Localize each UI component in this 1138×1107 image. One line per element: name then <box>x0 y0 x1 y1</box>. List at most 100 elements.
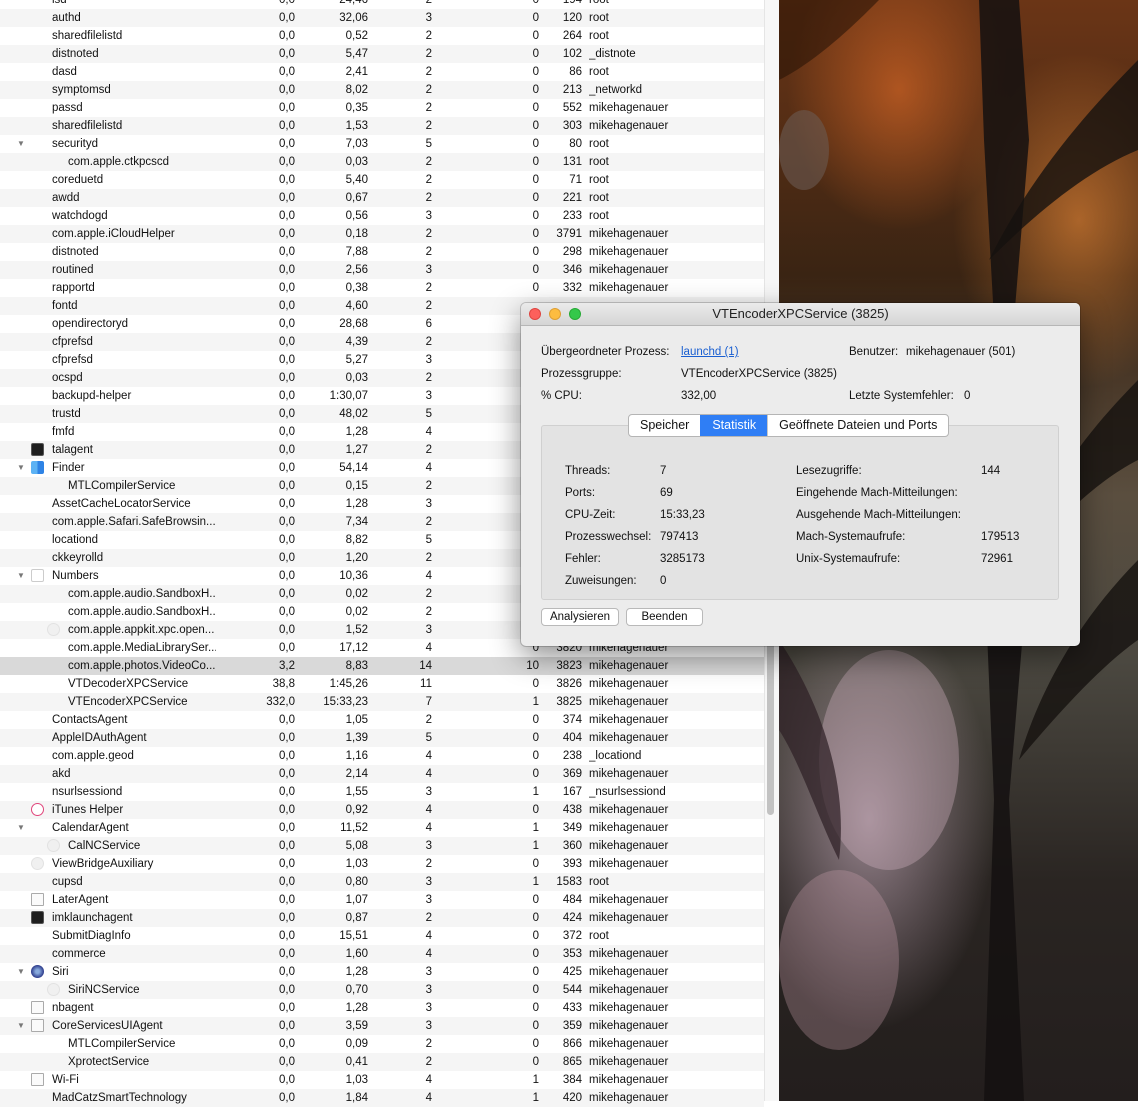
process-row[interactable]: ContactsAgent 0,0 1,05 2 0 374 mikehagenauer <box>0 711 764 729</box>
process-row[interactable]: authd 0,0 32,06 3 0 120 root <box>0 9 764 27</box>
process-name: com.apple.audio.SandboxH... <box>68 588 216 600</box>
doc-app-icon <box>31 893 45 907</box>
process-name: opendirectoryd <box>52 318 129 330</box>
process-name: authd <box>52 12 81 24</box>
process-name: passd <box>52 102 83 114</box>
user-name: mikehagenauer <box>589 1056 669 1068</box>
process-row[interactable]: routined 0,0 2,56 3 0 346 mikehagenauer <box>0 261 764 279</box>
process-name: rapportd <box>52 282 95 294</box>
idle-wakeups: 1 <box>532 1092 539 1104</box>
process-name: SiriNCService <box>68 984 140 996</box>
process-row[interactable]: ▼ securityd 0,0 7,03 5 0 80 root <box>0 135 764 153</box>
thread-count: 2 <box>425 228 432 240</box>
pid: 393 <box>562 858 582 870</box>
process-row[interactable]: commerce 0,0 1,60 4 0 353 mikehagenauer <box>0 945 764 963</box>
process-row[interactable]: com.apple.geod 0,0 1,16 4 0 238 _locationd <box>0 747 764 765</box>
process-row[interactable]: watchdogd 0,0 0,56 3 0 233 root <box>0 207 764 225</box>
process-row[interactable]: cupsd 0,0 0,80 3 1 1583 root <box>0 873 764 891</box>
process-row[interactable]: XprotectService 0,0 0,41 2 0 865 mikehagenauer <box>0 1053 764 1071</box>
cpu-time: 4,39 <box>345 336 368 348</box>
process-row[interactable]: CalNCService 0,0 5,08 3 1 360 mikehagenauer <box>0 837 764 855</box>
process-row[interactable]: iTunes Helper 0,0 0,92 4 0 438 mikehagenauer <box>0 801 764 819</box>
process-row[interactable]: sharedfilelistd 0,0 1,53 2 0 303 mikehagenauer <box>0 117 764 135</box>
process-row[interactable]: lsd 0,0 24,46 2 0 194 root <box>0 0 764 9</box>
process-row-selected[interactable]: com.apple.photos.VideoCo... 3,2 8,83 14 10 38… <box>0 657 764 675</box>
thread-count: 7 <box>425 696 432 708</box>
thread-count: 2 <box>425 174 432 186</box>
process-row[interactable]: Wi-Fi 0,0 1,03 4 1 384 mikehagenauer <box>0 1071 764 1089</box>
quit-process-button[interactable]: Beenden <box>626 608 703 626</box>
process-row[interactable]: ▼ Siri 0,0 1,28 3 0 425 mikehagenauer <box>0 963 764 981</box>
disclosure-triangle-icon[interactable]: ▼ <box>17 567 27 585</box>
process-row[interactable]: coreduetd 0,0 5,40 2 0 71 root <box>0 171 764 189</box>
process-row[interactable]: symptomsd 0,0 8,02 2 0 213 _networkd <box>0 81 764 99</box>
process-row[interactable]: distnoted 0,0 5,47 2 0 102 _distnote <box>0 45 764 63</box>
ghost-icon <box>31 857 44 870</box>
process-name: akd <box>52 768 71 780</box>
ghost2-icon <box>47 983 60 996</box>
process-row[interactable]: VTDecoderXPCService 38,8 1:45,26 11 0 3826 mik… <box>0 675 764 693</box>
thread-count: 4 <box>425 1074 432 1086</box>
tab-memory[interactable]: Speicher <box>629 415 700 436</box>
process-row[interactable]: distnoted 0,0 7,88 2 0 298 mikehagenauer <box>0 243 764 261</box>
idle-wakeups: 0 <box>532 858 539 870</box>
parent-process-link[interactable]: launchd (1) <box>681 346 739 358</box>
cpu-time: 0,18 <box>345 228 368 240</box>
process-row[interactable]: ▼ CoreServicesUIAgent 0,0 3,59 3 0 359 mikehage… <box>0 1017 764 1035</box>
doc-icon <box>31 1001 44 1014</box>
process-row[interactable]: VTEncoderXPCService 332,0 15:33,23 7 1 3825 mi… <box>0 693 764 711</box>
process-row[interactable]: imklaunchagent 0,0 0,87 2 0 424 mikehagenauer <box>0 909 764 927</box>
cpu-percent: 0,0 <box>279 138 295 150</box>
cpu-time: 3,59 <box>345 1020 368 1032</box>
thread-count: 3 <box>425 210 432 222</box>
cpu-time: 1,27 <box>345 444 368 456</box>
process-row[interactable]: akd 0,0 2,14 4 0 369 mikehagenauer <box>0 765 764 783</box>
idle-wakeups: 0 <box>532 282 539 294</box>
process-row[interactable]: awdd 0,0 0,67 2 0 221 root <box>0 189 764 207</box>
stat-label: Prozesswechsel: <box>565 531 652 543</box>
cpu-time: 1:45,26 <box>329 678 368 690</box>
process-row[interactable]: nsurlsessiond 0,0 1,55 3 1 167 _nsurlsessiond <box>0 783 764 801</box>
tab-statistics[interactable]: Statistik <box>700 415 768 436</box>
cpu-time: 1,39 <box>345 732 368 744</box>
process-name: MTLCompilerService <box>68 480 176 492</box>
disclosure-triangle-icon[interactable]: ▼ <box>17 459 27 477</box>
process-row[interactable]: com.apple.iCloudHelper 0,0 0,18 2 0 3791 mikeh… <box>0 225 764 243</box>
process-row[interactable]: nbagent 0,0 1,28 3 0 433 mikehagenauer <box>0 999 764 1017</box>
thread-count: 2 <box>425 282 432 294</box>
process-row[interactable]: dasd 0,0 2,41 2 0 86 root <box>0 63 764 81</box>
idle-wakeups: 0 <box>532 804 539 816</box>
user-name: mikehagenauer <box>589 948 669 960</box>
process-row[interactable]: SubmitDiagInfo 0,0 15,51 4 0 372 root <box>0 927 764 945</box>
ghost2-app-icon <box>47 983 61 997</box>
process-row[interactable]: rapportd 0,0 0,38 2 0 332 mikehagenauer <box>0 279 764 297</box>
process-name: sharedfilelistd <box>52 120 123 132</box>
process-row[interactable]: ViewBridgeAuxiliary 0,0 1,03 2 0 393 mikehagen… <box>0 855 764 873</box>
process-row[interactable]: passd 0,0 0,35 2 0 552 mikehagenauer <box>0 99 764 117</box>
thread-count: 2 <box>425 912 432 924</box>
process-row[interactable]: MTLCompilerService 0,0 0,09 2 0 866 mikehagena… <box>0 1035 764 1053</box>
process-row[interactable]: sharedfilelistd 0,0 0,52 2 0 264 root <box>0 27 764 45</box>
disclosure-triangle-icon[interactable]: ▼ <box>17 1017 27 1035</box>
process-row[interactable]: com.apple.ctkpcscd 0,0 0,03 2 0 131 root <box>0 153 764 171</box>
scrollbar-thumb[interactable] <box>767 640 774 815</box>
process-row[interactable]: AppleIDAuthAgent 0,0 1,39 5 0 404 mikehagenaue… <box>0 729 764 747</box>
cpu-time: 0,87 <box>345 912 368 924</box>
tab-open-files-and-ports[interactable]: Geöffnete Dateien und Ports <box>767 415 948 436</box>
process-row[interactable]: LaterAgent 0,0 1,07 3 0 484 mikehagenauer <box>0 891 764 909</box>
cpu-time: 5,47 <box>345 48 368 60</box>
disclosure-triangle-icon[interactable]: ▼ <box>17 135 27 153</box>
idle-wakeups: 1 <box>532 786 539 798</box>
analyze-button[interactable]: Analysieren <box>541 608 619 626</box>
itunes-app-icon <box>31 803 45 817</box>
process-name: awdd <box>52 192 80 204</box>
thread-count: 3 <box>425 984 432 996</box>
process-row[interactable]: MadCatzSmartTechnology 0,0 1,84 4 1 420 mikeha… <box>0 1089 764 1107</box>
window-titlebar[interactable]: VTEncoderXPCService (3825) <box>521 303 1080 326</box>
disclosure-triangle-icon[interactable]: ▼ <box>17 963 27 981</box>
disclosure-triangle-icon[interactable]: ▼ <box>17 819 27 837</box>
process-row[interactable]: ▼ CalendarAgent 0,0 11,52 4 1 349 mikehagenauer <box>0 819 764 837</box>
process-row[interactable]: SiriNCService 0,0 0,70 3 0 544 mikehagenauer <box>0 981 764 999</box>
pid: 484 <box>562 894 582 906</box>
cpu-percent: 0,0 <box>279 66 295 78</box>
